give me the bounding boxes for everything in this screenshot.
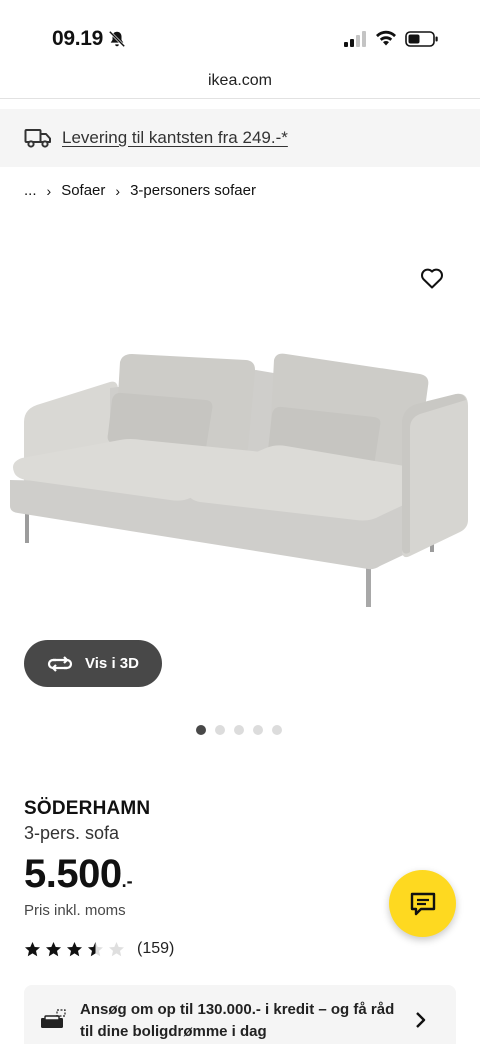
breadcrumb-item-3-personers-sofaer[interactable]: 3-personers sofaer <box>130 182 256 199</box>
carousel-dot[interactable] <box>272 725 282 735</box>
status-time: 09.19 <box>52 27 104 50</box>
view-in-3d-label: Vis i 3D <box>85 655 139 672</box>
heart-icon[interactable] <box>420 267 444 289</box>
chat-icon <box>410 892 435 915</box>
carousel-dot[interactable] <box>215 725 225 735</box>
product-rating[interactable]: (159) <box>24 940 174 958</box>
cellular-signal-icon <box>344 31 366 47</box>
credit-offer-card[interactable]: Ansøg om op til 130.000.- i kredit – og … <box>24 985 456 1044</box>
product-name: SÖDERHAMN <box>24 798 151 819</box>
chevron-right-icon: › <box>115 182 121 199</box>
price-suffix: .- <box>121 871 133 891</box>
chevron-right-icon <box>416 1012 426 1028</box>
star-icon <box>109 941 124 956</box>
url-text: ikea.com <box>207 72 273 89</box>
address-bar[interactable]: ikea.com <box>0 70 480 99</box>
credit-offer-text: Ansøg om op til 130.000.- i kredit – og … <box>80 1001 395 1040</box>
chat-button[interactable] <box>389 870 456 937</box>
carousel-indicator[interactable] <box>196 725 282 735</box>
breadcrumb: ... › Sofaer › 3-personers sofaer <box>24 182 256 199</box>
delivery-link[interactable]: Levering til kantsten fra 249.-* <box>62 128 288 148</box>
sofa-credit-icon <box>41 1009 66 1028</box>
view-in-3d-button[interactable]: Vis i 3D <box>24 640 162 687</box>
carousel-dot[interactable] <box>253 725 263 735</box>
product-price: 5.500 .- <box>24 852 133 896</box>
price-amount: 5.500 <box>24 852 122 896</box>
star-icon <box>46 941 61 956</box>
rating-stars <box>24 941 125 958</box>
star-icon <box>25 941 40 956</box>
rotate-3d-icon <box>47 655 73 672</box>
delivery-banner[interactable]: Levering til kantsten fra 249.-* <box>0 109 480 167</box>
truck-icon <box>24 129 51 148</box>
product-description: 3-pers. sofa <box>24 823 120 843</box>
bell-slash-icon <box>108 30 126 48</box>
carousel-dot[interactable] <box>196 725 206 735</box>
breadcrumb-ellipsis[interactable]: ... <box>24 182 37 199</box>
star-icon <box>67 941 82 956</box>
price-note: Pris inkl. moms <box>24 902 126 919</box>
battery-icon <box>405 31 438 47</box>
status-bar: 09.19 <box>0 0 480 70</box>
review-count[interactable]: (159) <box>137 940 174 958</box>
product-image <box>10 353 468 607</box>
carousel-dot[interactable] <box>234 725 244 735</box>
chevron-right-icon: › <box>46 182 52 199</box>
wifi-icon <box>376 30 396 46</box>
breadcrumb-item-sofaer[interactable]: Sofaer <box>61 182 105 199</box>
star-icon <box>88 941 103 956</box>
